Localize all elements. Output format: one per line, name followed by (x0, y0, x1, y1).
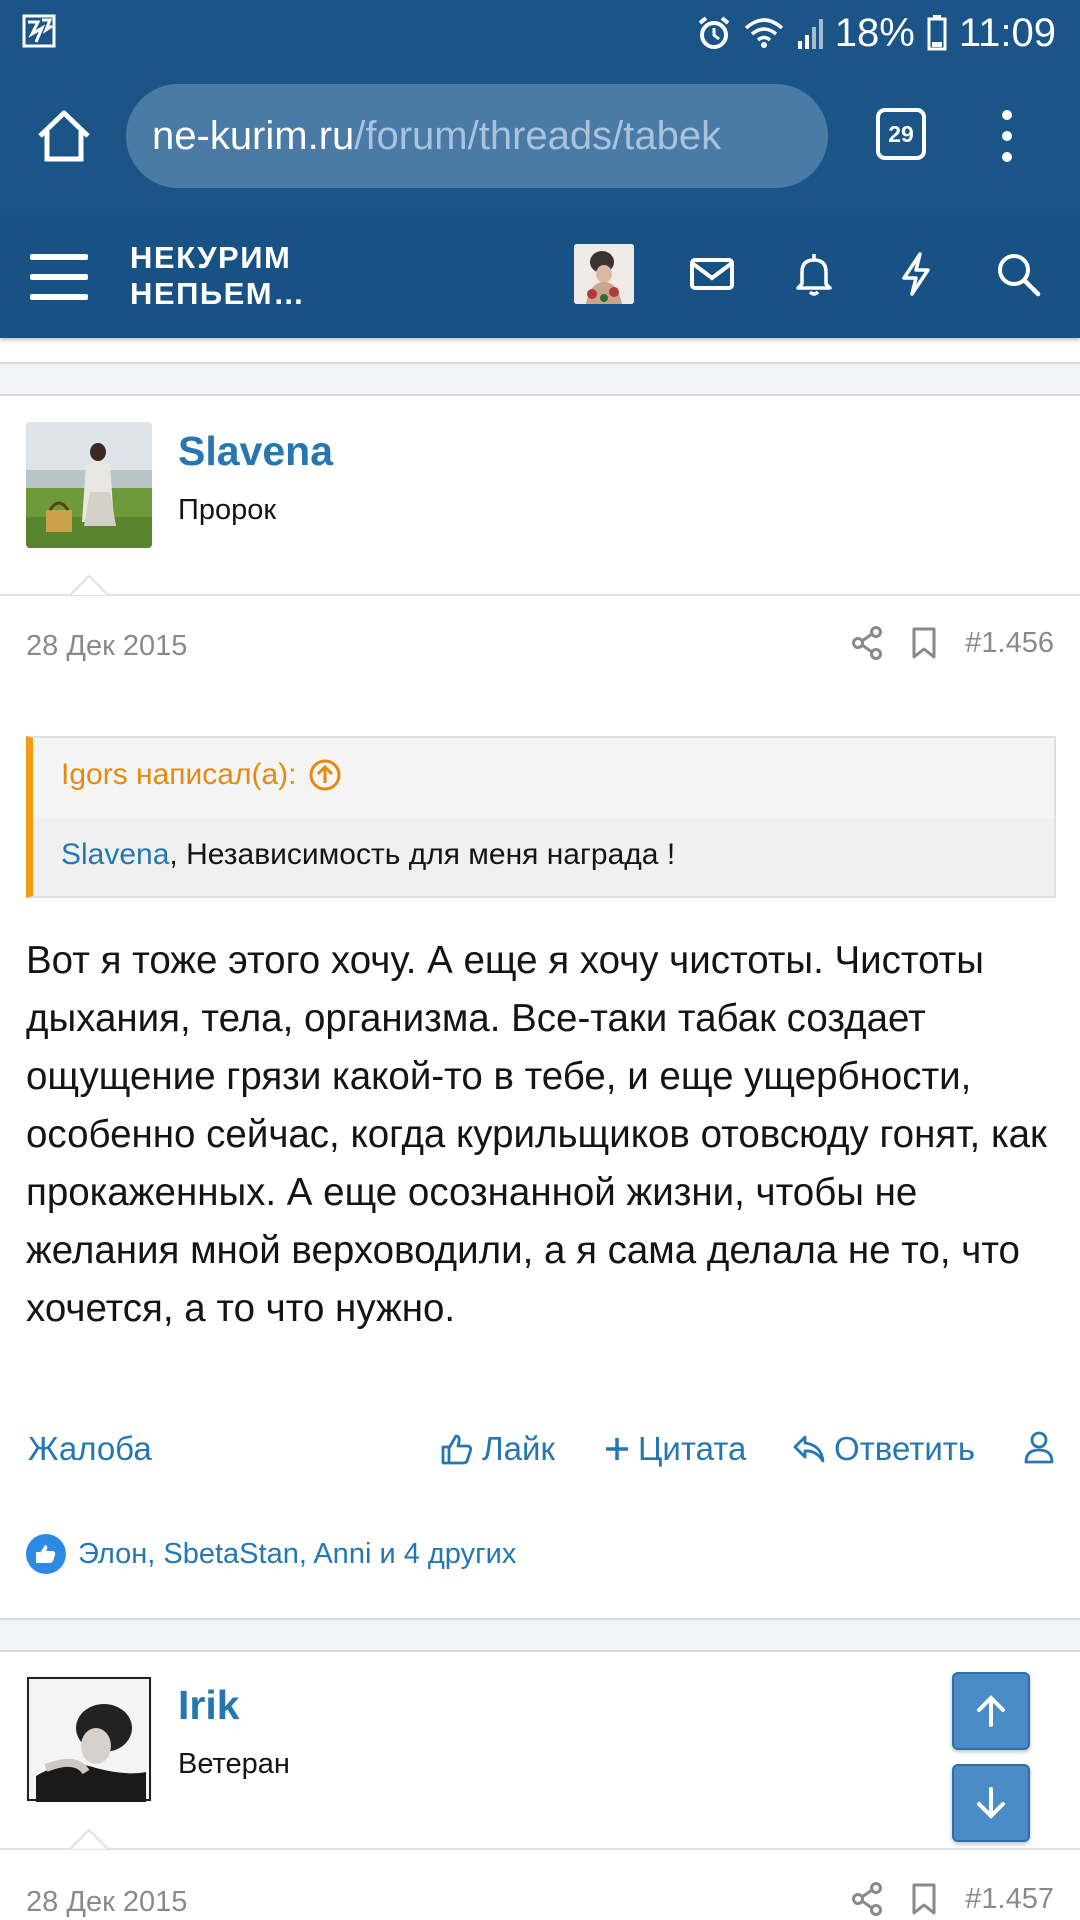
quote-author-text: Igors написал(а): (61, 758, 297, 791)
bookmark-icon[interactable] (911, 626, 937, 660)
mail-icon[interactable] (686, 248, 738, 300)
user-icon (1024, 1431, 1054, 1464)
plus-icon (606, 1438, 628, 1460)
reply-icon (793, 1435, 825, 1463)
post-divider (0, 1618, 1080, 1652)
arrow-down-icon (977, 1787, 1005, 1819)
post-date[interactable]: 28 Дек 2015 (26, 1886, 187, 1919)
post-number[interactable]: #1.456 (965, 627, 1054, 660)
share-icon[interactable] (851, 626, 883, 660)
url-host: ne-kurim.ru (152, 113, 355, 158)
tab-switcher-button[interactable]: 29 (876, 108, 926, 160)
alarm-icon (698, 16, 730, 49)
like-label: Лайк (482, 1430, 555, 1467)
separator-arrow (70, 1829, 108, 1849)
post-author-avatar[interactable] (26, 1676, 152, 1802)
home-icon[interactable] (34, 106, 94, 166)
separator-arrow (70, 575, 108, 595)
post-date[interactable]: 28 Дек 2015 (26, 630, 187, 663)
post-author-title: Пророк (178, 494, 277, 526)
post-author-avatar[interactable] (26, 422, 152, 548)
arrow-up-icon (977, 1695, 1005, 1727)
post-header-separator (0, 1848, 1080, 1850)
post-actions: Жалоба Лайк Цитата Ответить (0, 1430, 1080, 1480)
battery-icon (927, 15, 947, 51)
like-button[interactable]: Лайк (440, 1430, 555, 1468)
report-button[interactable]: Жалоба (28, 1430, 152, 1468)
quote-button[interactable]: Цитата (604, 1430, 746, 1468)
address-bar[interactable]: ne-kurim.ru/forum/threads/tabek (126, 84, 828, 188)
quote-content: , Независимость для меня награда ! (169, 838, 676, 871)
like-reaction-icon (26, 1534, 66, 1574)
reply-button[interactable]: Ответить (792, 1430, 975, 1468)
scroll-to-top-button[interactable] (952, 1672, 1030, 1750)
site-logo[interactable]: НЕКУРИМ НЕПЬЕМ… (130, 240, 306, 312)
user-menu-button[interactable] (1024, 1430, 1054, 1464)
scroll-to-bottom-button[interactable] (952, 1764, 1030, 1842)
tab-count: 29 (888, 120, 914, 147)
quote-author[interactable]: Igors написал(а): (61, 758, 342, 792)
logo-line2: НЕПЬЕМ… (130, 276, 306, 311)
reply-label: Ответить (834, 1430, 976, 1467)
browser-toolbar: ne-kurim.ru/forum/threads/tabek 29 (0, 66, 1080, 210)
report-label: Жалоба (28, 1430, 152, 1467)
logo-line1: НЕКУРИМ (130, 240, 292, 275)
search-icon[interactable] (992, 248, 1044, 300)
site-header: НЕКУРИМ НЕПЬЕМ… (0, 210, 1080, 338)
post-number[interactable]: #1.457 (965, 1883, 1054, 1916)
clock: 11:09 (958, 10, 1056, 55)
notification-icon (22, 14, 56, 48)
quote-block: Igors написал(а): Slavena, Независимость… (26, 736, 1056, 898)
status-bar: 18% 11:09 (0, 0, 1080, 66)
post-header-separator (0, 594, 1080, 596)
post-meta-actions: #1.456 (851, 626, 1054, 660)
quote-label: Цитата (638, 1430, 747, 1467)
arrow-up-circle-icon[interactable] (308, 758, 342, 792)
post-author-name[interactable]: Irik (178, 1682, 240, 1729)
share-icon[interactable] (851, 1882, 883, 1916)
post-divider (0, 362, 1080, 396)
post-body: Вот я тоже этого хочу. А еще я хочу чист… (26, 939, 1047, 1330)
quote-text: Slavena, Независимость для меня награда … (61, 838, 675, 872)
hamburger-menu-icon[interactable] (30, 254, 88, 300)
post-author-name[interactable]: Slavena (178, 428, 333, 475)
thumbs-up-icon (441, 1434, 473, 1465)
reactions-summary[interactable]: Элон, SbetaStan, Anni и 4 других (26, 1534, 516, 1574)
bell-icon[interactable] (788, 248, 840, 300)
post-meta-actions: #1.457 (851, 1882, 1054, 1916)
wifi-icon (744, 18, 783, 48)
reactions-text: Элон, SbetaStan, Anni и 4 других (78, 1537, 517, 1570)
lightning-icon[interactable] (890, 248, 942, 300)
more-menu-icon[interactable] (990, 110, 1024, 162)
quote-mention[interactable]: Slavena (61, 838, 169, 871)
url-path: /forum/threads/tabek (354, 113, 722, 158)
battery-percent: 18% (834, 10, 915, 55)
post-author-title: Ветеран (178, 1748, 290, 1780)
signal-icon (797, 19, 823, 49)
user-avatar[interactable] (574, 244, 634, 304)
bookmark-icon[interactable] (911, 1882, 937, 1916)
